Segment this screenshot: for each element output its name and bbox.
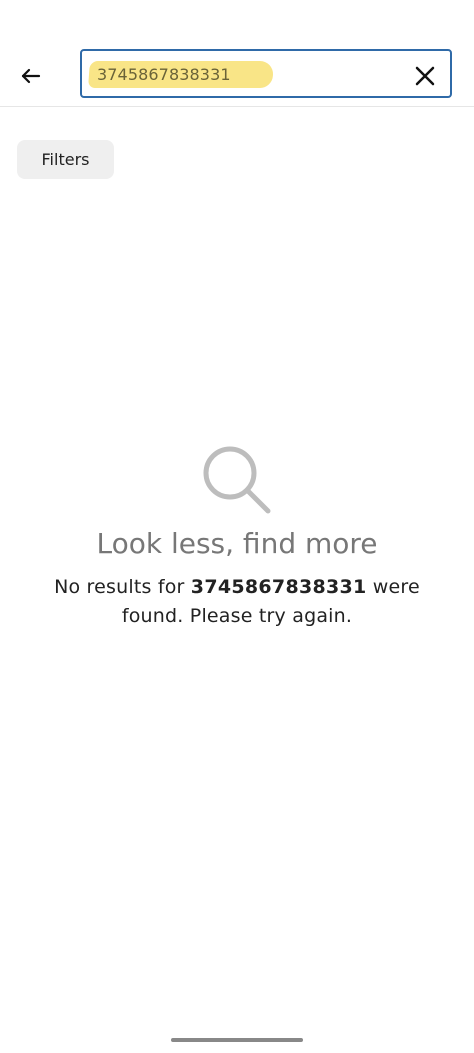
empty-state: Look less, find more No results for 3745…: [0, 442, 474, 631]
message-prefix: No results for: [54, 576, 191, 598]
search-input[interactable]: [97, 60, 397, 89]
arrow-left-icon: [21, 68, 41, 84]
home-indicator: [171, 1038, 303, 1042]
search-results-screen: Filters Look less, find more No results …: [0, 0, 474, 1053]
back-button[interactable]: [12, 57, 50, 95]
search-icon: [199, 442, 275, 518]
filters-button[interactable]: Filters: [17, 140, 114, 179]
top-bar: [0, 0, 474, 107]
clear-search-button[interactable]: [410, 61, 440, 91]
empty-state-title: Look less, find more: [96, 527, 378, 560]
message-query: 3745867838331: [190, 576, 367, 598]
empty-state-message: No results for 3745867838331 were found.…: [37, 573, 437, 631]
close-icon: [415, 66, 435, 86]
search-box[interactable]: [80, 49, 452, 98]
